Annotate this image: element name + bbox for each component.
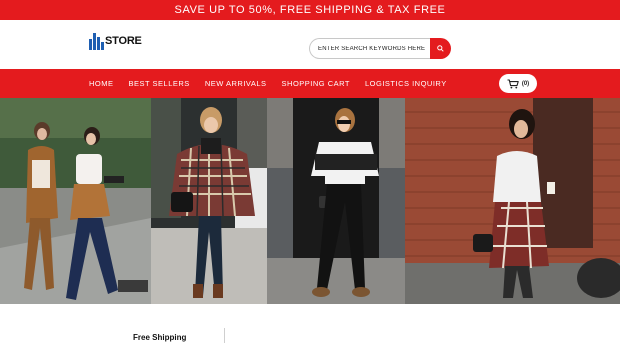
hero-slide-plaid-poncho <box>151 98 267 304</box>
search-button[interactable] <box>430 38 451 59</box>
cart-icon <box>507 78 519 88</box>
cart-button[interactable]: (0) <box>499 74 537 93</box>
search-input[interactable] <box>309 38 430 59</box>
features-strip: Free Shipping <box>0 304 620 343</box>
site-header: STORE <box>0 20 620 69</box>
brick-wall-outfit-photo-icon <box>405 98 620 304</box>
nav-best-sellers[interactable]: BEST SELLERS <box>129 79 190 88</box>
hero-banner[interactable] <box>0 98 620 304</box>
striped-top-photo-icon <box>267 98 405 304</box>
plaid-poncho-photo-icon <box>151 98 267 304</box>
street-fashion-photo-icon <box>0 98 151 304</box>
feature-free-shipping: Free Shipping <box>133 333 187 342</box>
nav-home[interactable]: HOME <box>89 79 114 88</box>
logo-text: STORE <box>105 35 142 47</box>
search-bar <box>309 38 451 59</box>
nav-logistics-inquiry[interactable]: LOGISTICS INQUIRY <box>365 79 447 88</box>
promo-banner: SAVE UP TO 50%, FREE SHIPPING & TAX FREE <box>0 0 620 20</box>
hero-slide-street-fashion <box>0 98 151 304</box>
main-nav: HOME BEST SELLERS NEW ARRIVALS SHOPPING … <box>0 69 620 98</box>
logo[interactable]: STORE <box>89 31 142 51</box>
logo-icon <box>89 32 104 50</box>
feature-divider <box>224 328 225 343</box>
search-icon <box>437 45 444 52</box>
hero-slide-brick-wall <box>405 98 620 304</box>
nav-shopping-cart[interactable]: SHOPPING CART <box>282 79 350 88</box>
nav-new-arrivals[interactable]: NEW ARRIVALS <box>205 79 267 88</box>
cart-count: (0) <box>521 80 530 87</box>
hero-slide-striped-top <box>267 98 405 304</box>
